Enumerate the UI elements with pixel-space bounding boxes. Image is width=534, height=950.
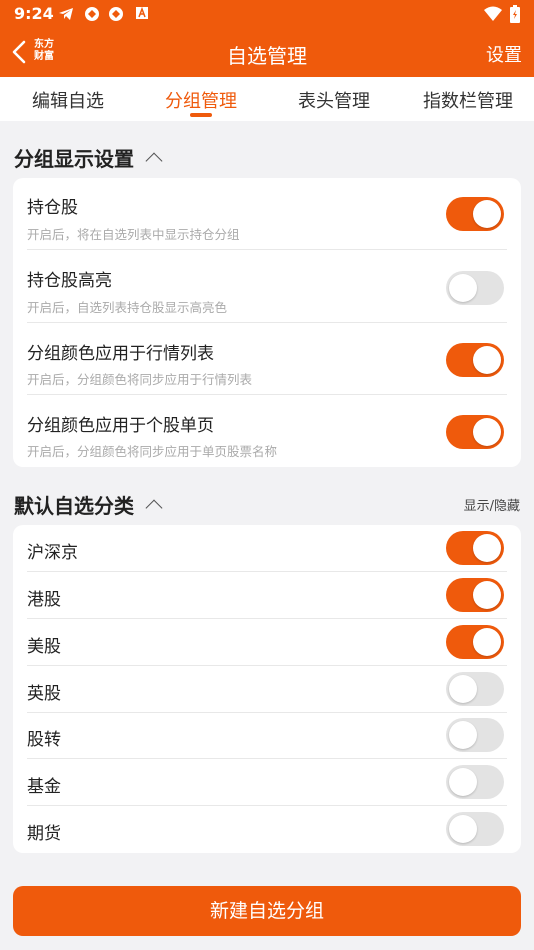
category-label: 股转 <box>27 730 61 750</box>
category-toggle-hk[interactable] <box>446 578 504 612</box>
app-notification-icon <box>84 6 100 22</box>
setting-label: 分组颜色应用于行情列表 <box>27 344 214 364</box>
category-toggle-hushenjing[interactable] <box>446 531 504 565</box>
tab-group-management[interactable]: 分组管理 <box>165 87 237 113</box>
setting-label: 持仓股 <box>27 198 78 218</box>
app-notification-icon <box>108 6 124 22</box>
app-a-icon <box>134 6 150 22</box>
setting-row-holdings-highlight: 持仓股高亮 开启后，自选列表持仓股显示高亮色 <box>27 250 507 323</box>
setting-description: 开启后，将在自选列表中显示持仓分组 <box>27 227 240 242</box>
page-title: 自选管理 <box>227 44 307 68</box>
status-bar: 9:24 <box>0 0 534 28</box>
holdings-highlight-toggle[interactable] <box>446 271 504 305</box>
category-row: 期货 <box>27 806 507 853</box>
section-title-display-settings[interactable]: 分组显示设置 <box>14 143 163 172</box>
category-toggle-uk[interactable] <box>446 672 504 706</box>
category-label: 期货 <box>27 824 61 844</box>
category-label: 基金 <box>27 777 61 797</box>
tab-bar: 编辑自选 分组管理 表头管理 指数栏管理 <box>0 77 534 121</box>
section-title-text: 默认自选分类 <box>14 494 134 518</box>
category-toggle-us[interactable] <box>446 625 504 659</box>
active-tab-indicator <box>190 113 212 117</box>
tab-edit-watchlist[interactable]: 编辑自选 <box>32 87 104 113</box>
section-title-default-categories[interactable]: 默认自选分类 <box>14 490 163 519</box>
category-row: 沪深京 <box>27 525 507 572</box>
setting-description: 开启后，分组颜色将同步应用于单页股票名称 <box>27 444 278 459</box>
settings-button[interactable]: 设置 <box>486 41 522 67</box>
category-toggle-futures[interactable] <box>446 812 504 846</box>
category-label: 英股 <box>27 684 61 704</box>
category-row: 美股 <box>27 619 507 666</box>
setting-label: 持仓股高亮 <box>27 271 112 291</box>
wifi-icon <box>484 6 502 26</box>
display-settings-card: 持仓股 开启后，将在自选列表中显示持仓分组 持仓股高亮 开启后，自选列表持仓股显… <box>13 178 521 467</box>
new-group-button[interactable]: 新建自选分组 <box>13 886 521 936</box>
category-label: 港股 <box>27 590 61 610</box>
setting-row-group-color-stock-page: 分组颜色应用于个股单页 开启后，分组颜色将同步应用于单页股票名称 <box>27 395 507 467</box>
status-time: 9:24 <box>14 4 54 23</box>
chevron-up-icon <box>145 499 163 517</box>
chevron-up-icon <box>145 152 163 170</box>
category-toggle-otc[interactable] <box>446 718 504 752</box>
telegram-icon <box>58 6 74 22</box>
category-row: 港股 <box>27 572 507 619</box>
battery-icon <box>510 5 520 27</box>
app-header: 东方 财富 自选管理 设置 <box>0 28 534 77</box>
category-row: 基金 <box>27 759 507 806</box>
group-color-list-toggle[interactable] <box>446 343 504 377</box>
category-row: 股转 <box>27 713 507 759</box>
holdings-toggle[interactable] <box>446 197 504 231</box>
category-label: 沪深京 <box>27 543 78 563</box>
category-toggle-fund[interactable] <box>446 765 504 799</box>
setting-description: 开启后，分组颜色将同步应用于行情列表 <box>27 372 253 387</box>
tab-header-management[interactable]: 表头管理 <box>298 87 370 113</box>
show-hide-label: 显示/隐藏 <box>463 499 520 514</box>
tab-index-bar-management[interactable]: 指数栏管理 <box>423 87 513 113</box>
default-categories-card: 沪深京 港股 美股 英股 股转 基金 期货 <box>13 525 521 853</box>
setting-row-group-color-list: 分组颜色应用于行情列表 开启后，分组颜色将同步应用于行情列表 <box>27 323 507 395</box>
group-color-stock-page-toggle[interactable] <box>446 415 504 449</box>
setting-label: 分组颜色应用于个股单页 <box>27 416 214 436</box>
category-label: 美股 <box>27 637 61 657</box>
setting-description: 开启后，自选列表持仓股显示高亮色 <box>27 300 228 315</box>
category-row: 英股 <box>27 666 507 713</box>
section-title-text: 分组显示设置 <box>14 147 134 171</box>
setting-row-holdings: 持仓股 开启后，将在自选列表中显示持仓分组 <box>27 178 507 250</box>
